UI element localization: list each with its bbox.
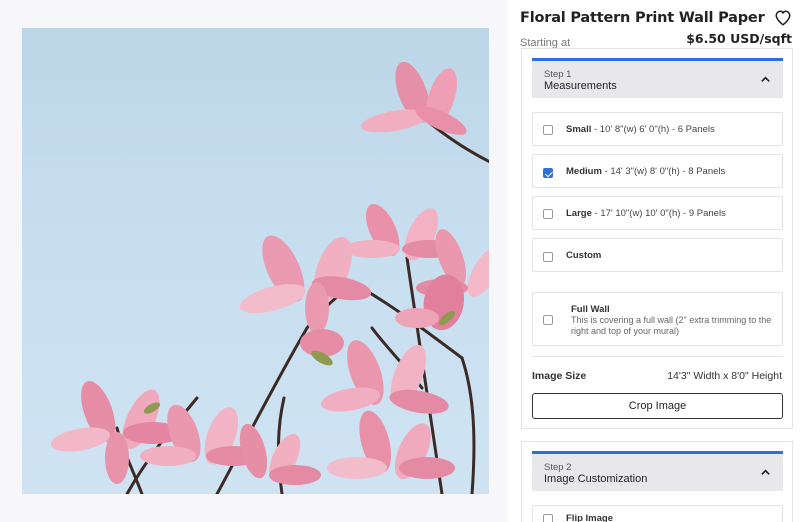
option-full-wall-checkbox[interactable] <box>543 315 553 325</box>
product-title: Floral Pattern Print Wall Paper <box>520 10 765 26</box>
step1-header[interactable]: Step 1 Measurements <box>532 58 783 98</box>
option-medium-label: Medium - 14' 3"(w) 8' 0"(h) - 8 Panels <box>566 166 726 177</box>
option-flip-image[interactable]: Flip Image <box>532 505 783 522</box>
option-large-label: Large - 17' 10"(w) 10' 0"(h) - 9 Panels <box>566 208 726 219</box>
product-details-panel: Floral Pattern Print Wall Paper Starting… <box>520 0 796 522</box>
chevron-up-icon[interactable] <box>760 467 771 478</box>
option-custom-label: Custom <box>566 250 602 261</box>
option-custom-checkbox[interactable] <box>543 252 553 262</box>
option-large[interactable]: Large - 17' 10"(w) 10' 0"(h) - 9 Panels <box>532 196 783 230</box>
step2-header[interactable]: Step 2 Image Customization <box>532 451 783 491</box>
flip-image-label: Flip Image <box>566 513 613 522</box>
title-row: Floral Pattern Print Wall Paper <box>520 10 796 32</box>
step1-card: Step 1 Measurements Small - 10' 8"(w) 6'… <box>521 48 793 429</box>
option-small-checkbox[interactable] <box>543 125 553 135</box>
step2-title: Image Customization <box>544 473 648 485</box>
step2-card: Step 2 Image Customization Flip Image <box>521 441 793 522</box>
option-medium-checkbox[interactable] <box>543 168 553 178</box>
image-size-label: Image Size <box>532 370 587 382</box>
heart-icon[interactable] <box>774 9 792 27</box>
option-custom[interactable]: Custom <box>532 238 783 272</box>
step1-number: Step 1 <box>544 69 572 80</box>
option-small-label: Small - 10' 8"(w) 6' 0"(h) - 6 Panels <box>566 124 715 135</box>
crop-image-button[interactable]: Crop Image <box>532 393 783 419</box>
step2-number: Step 2 <box>544 462 572 473</box>
product-image[interactable] <box>22 28 489 494</box>
chevron-up-icon[interactable] <box>760 74 771 85</box>
step1-title: Measurements <box>544 80 617 92</box>
option-medium[interactable]: Medium - 14' 3"(w) 8' 0"(h) - 8 Panels <box>532 154 783 188</box>
image-size-value: 14'3" Width x 8'0" Height <box>667 370 782 382</box>
option-large-checkbox[interactable] <box>543 209 553 219</box>
price-value: $6.50 USD/sqft <box>686 31 792 46</box>
full-wall-description: This is covering a full wall (2" extra t… <box>571 315 772 336</box>
option-small[interactable]: Small - 10' 8"(w) 6' 0"(h) - 6 Panels <box>532 112 783 146</box>
flip-image-checkbox[interactable] <box>543 514 553 522</box>
magnolia-photo <box>50 61 489 494</box>
full-wall-title: Full Wall <box>571 304 610 315</box>
price-row: Starting at $6.50 USD/sqft <box>520 31 796 49</box>
divider <box>532 356 783 357</box>
option-full-wall[interactable]: Full Wall This is covering a full wall (… <box>532 292 783 346</box>
